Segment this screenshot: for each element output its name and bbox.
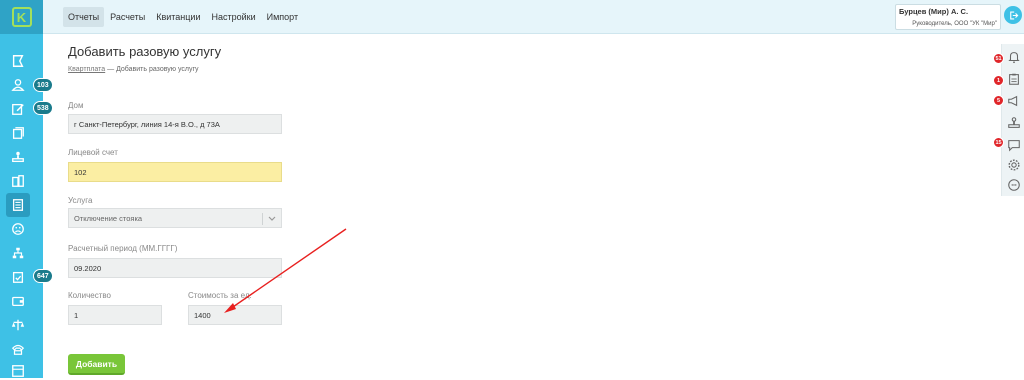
house-label: Дом: [68, 101, 84, 110]
notification-badge: 15: [993, 137, 1004, 148]
service-label: Услуга: [68, 196, 93, 205]
notification-badge: 5: [993, 95, 1004, 106]
wallet-icon[interactable]: [9, 292, 27, 310]
edit-icon[interactable]: [9, 100, 27, 118]
house-field[interactable]: г Санкт-Петербург, линия 14-я В.О., д 73…: [68, 114, 282, 134]
price-field[interactable]: 1400: [188, 305, 282, 325]
sidebar-badge: 103: [33, 78, 53, 92]
user-profile[interactable]: Бурцев (Мир) А. С. Руководитель, ООО "УК…: [895, 4, 1001, 30]
sidebar-badge: 647: [33, 269, 53, 283]
bell-icon[interactable]: [1007, 50, 1021, 64]
quantity-field[interactable]: 1: [68, 305, 162, 325]
sad-face-icon[interactable]: [9, 220, 27, 238]
clipboard-icon[interactable]: [1007, 72, 1021, 86]
service-select[interactable]: Отключение стояка: [68, 208, 282, 228]
menu-item-settings[interactable]: Настройки: [206, 7, 260, 27]
chevron-down-icon[interactable]: [268, 216, 276, 222]
menu-item-calculations[interactable]: Расчеты: [105, 7, 150, 27]
sidebar-badge: 538: [33, 101, 53, 115]
phone-icon[interactable]: [9, 340, 27, 358]
megaphone-icon[interactable]: [1007, 94, 1021, 108]
menu-item-import[interactable]: Импорт: [262, 7, 303, 27]
service-selected-value: Отключение стояка: [74, 213, 143, 223]
hierarchy-icon[interactable]: [9, 244, 27, 262]
account-field[interactable]: 102: [68, 162, 282, 182]
gear-icon[interactable]: [1007, 158, 1021, 172]
flag-icon[interactable]: [9, 52, 27, 70]
support-chat-icon[interactable]: [1007, 178, 1021, 192]
people-icon[interactable]: [9, 76, 27, 94]
left-sidebar: K: [0, 0, 43, 378]
calculator-icon[interactable]: [6, 193, 30, 217]
buildings-icon[interactable]: [9, 172, 27, 190]
app-logo[interactable]: K: [0, 0, 43, 34]
logo-mark: K: [11, 7, 32, 27]
stamp-icon[interactable]: [1007, 116, 1021, 130]
period-label: Расчетный период (ММ.ГГГГ): [68, 244, 178, 253]
period-field[interactable]: 09.2020: [68, 258, 282, 278]
select-separator: [262, 213, 263, 225]
breadcrumb-separator: —: [105, 66, 117, 73]
user-name: Бурцев (Мир) А. С.: [899, 7, 969, 16]
breadcrumb-link[interactable]: Квартплата: [68, 66, 105, 73]
quantity-label: Количество: [68, 291, 111, 300]
scales-icon[interactable]: [9, 316, 27, 334]
menu-item-reports[interactable]: Отчеты: [63, 7, 105, 27]
breadcrumb-current: Добавить разовую услугу: [116, 66, 199, 73]
notification-badge: 1: [993, 75, 1004, 86]
stamp-icon[interactable]: [9, 148, 27, 166]
logout-button[interactable]: [1004, 6, 1022, 24]
page-title: Добавить разовую услугу: [68, 44, 222, 59]
breadcrumb: Квартплата — Добавить разовую услугу: [68, 66, 199, 73]
chat-icon[interactable]: [1007, 138, 1021, 152]
clipboard-check-icon[interactable]: [9, 268, 27, 286]
menu-item-receipts[interactable]: Квитанции: [151, 7, 205, 27]
table-icon[interactable]: [9, 362, 27, 380]
top-bar: Отчеты Расчеты Квитанции Настройки Импор…: [43, 0, 1024, 34]
user-role: Руководитель, ООО "УК "Мир": [912, 21, 997, 27]
right-toolbar: [1001, 44, 1024, 196]
add-button[interactable]: Добавить: [68, 354, 125, 375]
documents-icon[interactable]: [9, 124, 27, 142]
logout-icon: [1009, 11, 1018, 19]
price-label: Стоимость за ед.: [188, 291, 252, 300]
account-label: Лицевой счет: [68, 148, 118, 157]
notification-badge: 51: [993, 53, 1004, 64]
main-menu: Отчеты Расчеты Квитанции Настройки Импор…: [63, 7, 304, 27]
